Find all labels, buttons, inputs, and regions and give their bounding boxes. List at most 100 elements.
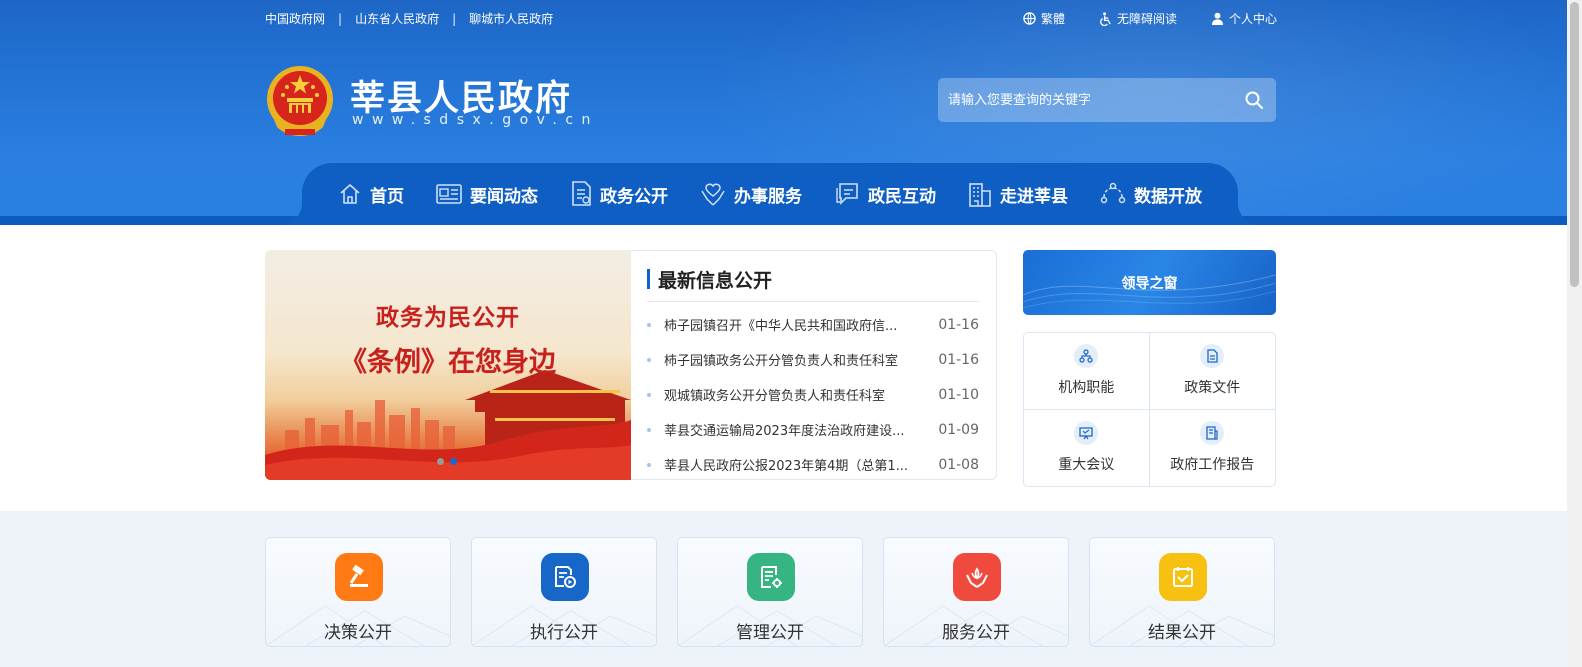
quicklink-policy-docs[interactable]: 政策文件 bbox=[1149, 333, 1275, 410]
quicklink-work-report[interactable]: 政府工作报告 bbox=[1150, 410, 1276, 487]
news-item-title: 柿子园镇召开《中华人民共和国政府信... bbox=[664, 319, 898, 334]
traditional-chinese-toggle[interactable]: 繁體 bbox=[1023, 10, 1065, 27]
list-item[interactable]: 莘县交通运输局2023年度法治政府建设... 01-09 bbox=[647, 412, 979, 447]
service-icon bbox=[966, 567, 988, 588]
nav-open-data-label: 数据开放 bbox=[1134, 186, 1202, 207]
national-emblem-logo[interactable] bbox=[265, 65, 335, 137]
news-item-date: 01-16 bbox=[938, 316, 979, 333]
org-chart-icon bbox=[1079, 349, 1093, 363]
scrollbar-thumb[interactable] bbox=[1570, 2, 1579, 287]
bullet-dot bbox=[647, 322, 651, 327]
disclosure-category-cards: 决策公开 执行公开 管理公开 服务公开 结果公开 bbox=[265, 537, 1275, 647]
card-icon-bg bbox=[747, 553, 801, 601]
personal-center-link[interactable]: 个人中心 bbox=[1211, 10, 1277, 27]
banner-headline: 政务为民公开 bbox=[376, 304, 520, 331]
title-accent-bar bbox=[647, 269, 650, 289]
nav-item-open-data[interactable]: 数据开放 bbox=[1100, 181, 1202, 207]
top-links: 中国政府网 | 山东省人民政府 | 聊城市人民政府 bbox=[265, 10, 553, 27]
site-url: www.sdsx.gov.cn bbox=[352, 112, 599, 128]
search-input[interactable] bbox=[948, 78, 1228, 122]
card-icon-bg bbox=[953, 553, 1007, 601]
card-label: 服务公开 bbox=[942, 623, 1010, 643]
report-icon bbox=[1206, 426, 1218, 440]
news-title[interactable]: 最新信息公开 bbox=[658, 266, 772, 293]
quicklink-major-meetings[interactable]: 重大会议 bbox=[1024, 409, 1150, 486]
nav-interaction-label: 政民互动 bbox=[868, 186, 936, 207]
list-item[interactable]: 莘县人民政府公报2023年第4期（总第1... 01-08 bbox=[647, 447, 979, 482]
carousel-dot-active[interactable] bbox=[450, 458, 457, 465]
carousel-dot[interactable] bbox=[437, 458, 444, 465]
carousel-indicators bbox=[437, 458, 463, 465]
nav-about-county-label: 走进莘县 bbox=[1000, 186, 1068, 207]
accessibility-toggle[interactable]: 无障碍阅读 bbox=[1099, 10, 1177, 27]
news-list: 柿子园镇召开《中华人民共和国政府信... 01-16 柿子园镇政务公开分管负责人和… bbox=[647, 307, 979, 482]
quicklink-org-functions[interactable]: 机构职能 bbox=[1024, 333, 1150, 410]
list-item[interactable]: 观城镇政务公开分管负责人和责任科室 01-10 bbox=[647, 377, 979, 412]
news-item-title: 观城镇政务公开分管负责人和责任科室 bbox=[664, 389, 886, 404]
nav-item-home[interactable]: 首页 bbox=[338, 182, 404, 207]
bullet-dot bbox=[647, 357, 651, 362]
page-scrollbar[interactable] bbox=[1567, 0, 1582, 667]
gavel-icon bbox=[349, 564, 368, 587]
card-management-disclosure[interactable]: 管理公开 bbox=[677, 537, 863, 647]
news-header: 最新信息公开 bbox=[647, 266, 979, 302]
news-item-title: 莘县交通运输局2023年度法治政府建设... bbox=[664, 424, 905, 439]
manage-icon bbox=[761, 566, 782, 588]
news-item-title: 莘县人民政府公报2023年第4期（总第1... bbox=[664, 459, 909, 474]
personal-center-label: 个人中心 bbox=[1228, 12, 1277, 26]
banner-carousel[interactable]: 政务为民公开 《条例》在您身边 bbox=[265, 250, 631, 480]
site-header: 中国政府网 | 山东省人民政府 | 聊城市人民政府 繁體 无障碍阅读 个人中心 bbox=[0, 0, 1567, 225]
nav-item-gov-affairs[interactable]: 政务公开 bbox=[570, 181, 668, 207]
meeting-icon bbox=[1079, 427, 1093, 440]
main-navigation: 首页 要闻动态 政务公开 办事服务 政民互动 走进莘县 数据开放 bbox=[0, 163, 1567, 225]
nav-flare-left bbox=[280, 203, 302, 225]
bullet-dot bbox=[647, 462, 651, 467]
nav-bar: 首页 要闻动态 政务公开 办事服务 政民互动 走进莘县 数据开放 bbox=[280, 163, 1260, 225]
nav-item-services[interactable]: 办事服务 bbox=[700, 181, 802, 207]
quicklink-label: 政策文件 bbox=[1184, 380, 1241, 397]
link-shandong-gov[interactable]: 山东省人民政府 bbox=[355, 10, 439, 27]
link-liaocheng-gov[interactable]: 聊城市人民政府 bbox=[469, 10, 553, 27]
leader-window-label: 领导之窗 bbox=[1121, 275, 1178, 292]
top-separator: | bbox=[338, 11, 343, 26]
card-icon-bg bbox=[541, 553, 595, 601]
news-item-date: 01-16 bbox=[938, 351, 979, 368]
card-icon-bg bbox=[335, 553, 389, 601]
card-execution-disclosure[interactable]: 执行公开 bbox=[471, 537, 657, 647]
quicklink-label: 重大会议 bbox=[1058, 457, 1115, 474]
card-service-disclosure[interactable]: 服务公开 bbox=[883, 537, 1069, 647]
execute-icon bbox=[555, 566, 576, 588]
card-result-disclosure[interactable]: 结果公开 bbox=[1089, 537, 1275, 647]
nav-item-news[interactable]: 要闻动态 bbox=[436, 182, 538, 207]
latest-disclosure-panel: 最新信息公开 柿子园镇召开《中华人民共和国政府信... 01-16 柿子园镇政务公… bbox=[631, 250, 997, 480]
traditional-label: 繁體 bbox=[1040, 12, 1065, 26]
nav-item-interaction[interactable]: 政民互动 bbox=[834, 182, 936, 207]
news-item-title: 柿子园镇政务公开分管负责人和责任科室 bbox=[664, 354, 899, 369]
link-china-gov[interactable]: 中国政府网 bbox=[265, 10, 325, 27]
hands-icon bbox=[701, 183, 725, 206]
card-label: 管理公开 bbox=[736, 623, 804, 643]
list-item[interactable]: 柿子园镇召开《中华人民共和国政府信... 01-16 bbox=[647, 307, 979, 342]
search-icon[interactable] bbox=[1244, 90, 1264, 110]
nav-news-label: 要闻动态 bbox=[470, 186, 538, 207]
home-icon bbox=[340, 184, 360, 204]
top-separator: | bbox=[452, 11, 457, 26]
nav-item-about-county[interactable]: 走进莘县 bbox=[968, 181, 1068, 207]
bullet-dot bbox=[647, 427, 651, 432]
document-icon bbox=[572, 181, 591, 206]
card-decision-disclosure[interactable]: 决策公开 bbox=[265, 537, 451, 647]
chat-icon bbox=[836, 183, 858, 205]
data-icon bbox=[1100, 182, 1126, 204]
card-label: 决策公开 bbox=[324, 623, 392, 643]
leader-window-button[interactable]: 领导之窗 bbox=[1023, 250, 1276, 315]
quick-links-grid: 机构职能 政策文件 重大会议 政府工作报告 bbox=[1023, 332, 1276, 487]
top-bar: 中国政府网 | 山东省人民政府 | 聊城市人民政府 繁體 无障碍阅读 个人中心 bbox=[265, 10, 1277, 30]
nav-flare-right bbox=[1238, 203, 1260, 225]
accessibility-icon bbox=[1100, 11, 1111, 26]
list-item[interactable]: 柿子园镇政务公开分管负责人和责任科室 01-16 bbox=[647, 342, 979, 377]
user-icon bbox=[1211, 12, 1224, 25]
banner-subheadline: 《条例》在您身边 bbox=[340, 347, 556, 378]
news-item-date: 01-08 bbox=[938, 456, 979, 473]
quicklink-label: 政府工作报告 bbox=[1170, 457, 1255, 474]
nav-gov-affairs-label: 政务公开 bbox=[600, 186, 668, 207]
